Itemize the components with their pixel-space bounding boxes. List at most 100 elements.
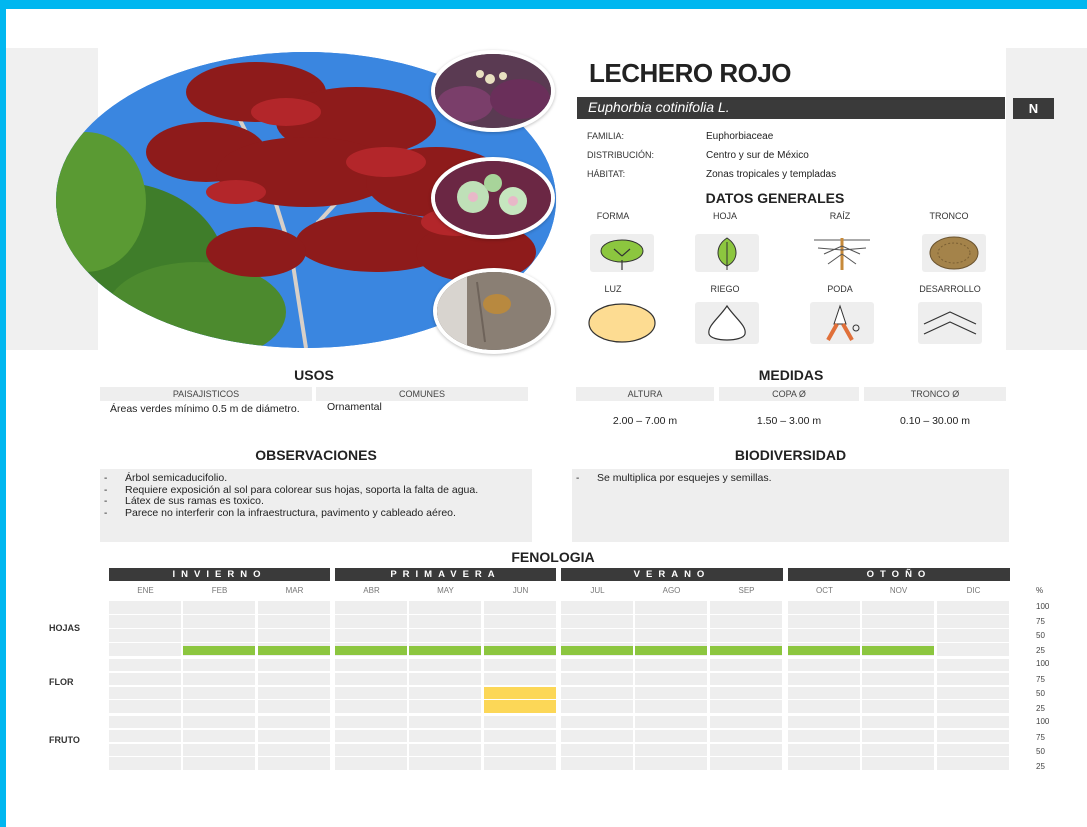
- grid-cell: [183, 757, 255, 770]
- grid-cell: [937, 700, 1009, 713]
- row-label-flor: FLOR: [49, 677, 74, 687]
- tree-shape-icon: [590, 234, 654, 272]
- grid-cell: [788, 716, 860, 729]
- grid-cell: [635, 601, 707, 614]
- grid-cell: [862, 716, 934, 729]
- grid-cell: [258, 743, 330, 756]
- grid-cell: [484, 743, 556, 756]
- distribucion-label: DISTRIBUCIÓN:: [587, 150, 655, 160]
- riego-label: RIEGO: [710, 284, 740, 294]
- pruning-shears-icon: [810, 302, 874, 344]
- grid-cell: [109, 601, 181, 614]
- grid-cell: [335, 686, 407, 699]
- grid-cell: [335, 743, 407, 756]
- row-label-fruto: FRUTO: [49, 735, 80, 745]
- grid-cell: [258, 615, 330, 628]
- phenology-bar-hojas-sep: [710, 645, 782, 656]
- month-ene: ENE: [137, 586, 154, 595]
- luz-label: LUZ: [604, 284, 622, 294]
- habitat-value: Zonas tropicales y templadas: [706, 169, 837, 180]
- grid-cell: [109, 716, 181, 729]
- grid-cell: [335, 700, 407, 713]
- grid-cell: [937, 743, 1009, 756]
- grid-cell: [710, 743, 782, 756]
- raiz-label: RAÍZ: [829, 211, 851, 221]
- grid-cell: [635, 757, 707, 770]
- grid-cell: [561, 700, 633, 713]
- observaciones-box: Árbol semicaducifolio. Requiere exposici…: [100, 469, 532, 542]
- phenology-bar-hojas-jul: [561, 645, 633, 656]
- grid-cell: [409, 743, 481, 756]
- month-may: MAY: [437, 586, 454, 595]
- grid-cell: [710, 615, 782, 628]
- month-nov: NOV: [889, 586, 908, 595]
- season-invierno: INVIERNO: [109, 568, 330, 581]
- grid-cell: [258, 700, 330, 713]
- grid-cell: [635, 629, 707, 642]
- grid-cell: [484, 672, 556, 685]
- grid-cell: [561, 716, 633, 729]
- grid-cell: [788, 757, 860, 770]
- hoja-label: HOJA: [712, 211, 737, 221]
- grid-cell: [862, 743, 934, 756]
- grid-cell: [335, 659, 407, 672]
- grid-cell: [409, 716, 481, 729]
- phenology-bar-hojas-mar: [258, 645, 330, 656]
- grid-cell: [109, 672, 181, 685]
- percent-tick-75: 75: [1036, 733, 1045, 742]
- altura-header: ALTURA: [576, 387, 714, 401]
- observacion-item: Parece no interferir con la infraestruct…: [100, 507, 500, 520]
- grid-cell: [335, 601, 407, 614]
- grid-cell: [409, 629, 481, 642]
- grid-cell: [484, 601, 556, 614]
- month-sep: SEP: [738, 586, 755, 595]
- native-badge: N: [1013, 98, 1054, 119]
- phenology-bar-hojas-jun: [484, 645, 556, 656]
- observaciones-title: OBSERVACIONES: [255, 447, 377, 463]
- grid-cell: [710, 700, 782, 713]
- grid-cell: [710, 629, 782, 642]
- grid-cell: [561, 729, 633, 742]
- grid-cell: [258, 729, 330, 742]
- month-feb: FEB: [211, 586, 228, 595]
- fenologia-title: FENOLOGIA: [511, 549, 595, 565]
- grid-cell: [484, 716, 556, 729]
- grid-cell: [561, 672, 633, 685]
- grid-cell: [788, 686, 860, 699]
- altura-value: 2.00 – 7.00 m: [612, 415, 678, 427]
- grid-cell: [710, 686, 782, 699]
- grid-cell: [183, 729, 255, 742]
- biodiversidad-item: Se multiplica por esquejes y semillas.: [572, 472, 1009, 485]
- percent-tick-25: 25: [1036, 762, 1045, 771]
- season-primavera: PRIMAVERA: [335, 568, 556, 581]
- grid-cell: [109, 743, 181, 756]
- grid-cell: [788, 659, 860, 672]
- medidas-title: MEDIDAS: [758, 367, 824, 383]
- grid-cell: [484, 659, 556, 672]
- grid-cell: [335, 729, 407, 742]
- biodiversidad-box: Se multiplica por esquejes y semillas.: [572, 469, 1009, 542]
- grid-cell: [409, 700, 481, 713]
- grid-cell: [183, 700, 255, 713]
- grid-cell: [109, 643, 181, 656]
- familia-label: FAMILIA:: [587, 131, 625, 141]
- grid-cell: [635, 615, 707, 628]
- season-verano: VERANO: [561, 568, 783, 581]
- forma-label: FORMA: [596, 211, 630, 221]
- grid-cell: [937, 672, 1009, 685]
- grid-cell: [484, 615, 556, 628]
- biodiversidad-title: BIODIVERSIDAD: [734, 447, 847, 463]
- plant-common-name: LECHERO ROJO: [589, 58, 792, 88]
- comunes-header: COMUNES: [316, 387, 528, 401]
- grid-cell: [788, 615, 860, 628]
- grid-cell: [937, 729, 1009, 742]
- grid-cell: [409, 615, 481, 628]
- grid-cell: [937, 643, 1009, 656]
- poda-label: PODA: [827, 284, 853, 294]
- phenology-bar-hojas-ago: [635, 645, 707, 656]
- copa-header: COPA Ø: [719, 387, 859, 401]
- grid-cell: [862, 700, 934, 713]
- grid-cell: [788, 629, 860, 642]
- observacion-item: Látex de sus ramas es toxico.: [100, 495, 500, 508]
- grid-cell: [258, 629, 330, 642]
